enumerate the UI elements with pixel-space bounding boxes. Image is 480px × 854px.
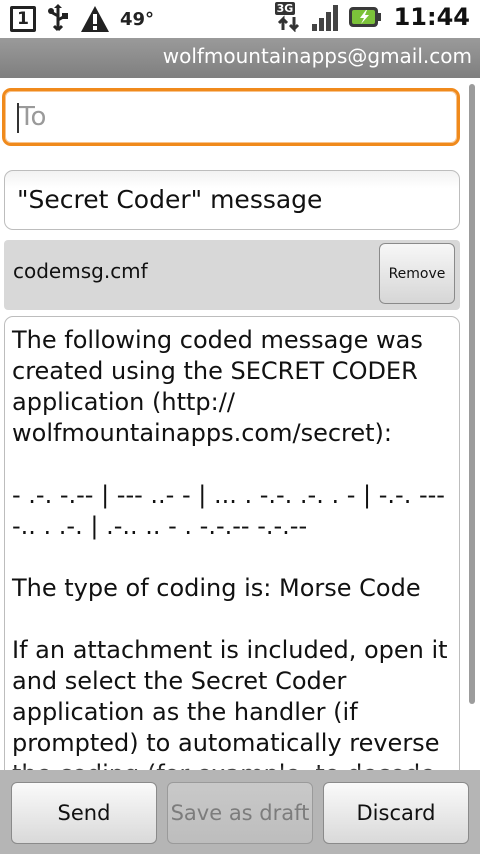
text-cursor — [17, 103, 19, 133]
action-bar: Send Save as draft Discard — [0, 770, 480, 854]
attachment-row: codemsg.cmf Remove — [4, 240, 460, 310]
to-field[interactable]: To — [2, 88, 460, 146]
attachment-name: codemsg.cmf — [13, 259, 148, 283]
to-placeholder: To — [19, 102, 47, 132]
account-bar: wolfmountainapps@gmail.com — [0, 38, 480, 78]
clock-time: 11:44 — [393, 3, 470, 31]
scrollbar[interactable] — [469, 84, 475, 704]
discard-button[interactable]: Discard — [323, 782, 469, 844]
message-body-text: The following coded message was created … — [12, 325, 453, 785]
account-email: wolfmountainapps@gmail.com — [162, 44, 472, 68]
warning-icon — [81, 6, 109, 32]
status-left-group: 1 49° — [10, 4, 154, 34]
subject-field[interactable]: "Secret Coder" message — [4, 170, 460, 230]
usb-icon — [48, 4, 68, 32]
message-body-field[interactable]: The following coded message was created … — [4, 316, 460, 786]
notification-count-icon: 1 — [10, 6, 36, 32]
3g-data-icon: 3G — [274, 2, 304, 32]
body-paragraph: The type of coding is: Morse Code — [12, 574, 421, 602]
signal-icon — [311, 5, 338, 31]
body-paragraph: If an attachment is included, open it an… — [12, 636, 448, 785]
temperature-text: 49° — [120, 8, 155, 30]
save-as-draft-button[interactable]: Save as draft — [167, 782, 313, 844]
subject-value: "Secret Coder" message — [17, 185, 323, 214]
send-button[interactable]: Send — [11, 782, 157, 844]
data-arrows-icon — [277, 15, 299, 32]
body-paragraph: The following coded message was created … — [12, 326, 431, 447]
remove-attachment-button[interactable]: Remove — [379, 243, 455, 304]
status-right-group: 3G 11:44 — [274, 2, 470, 32]
body-paragraph: - .-. -.-- | --- ..- - | ... . -.-. .-. … — [12, 481, 453, 540]
battery-charging-icon — [348, 7, 381, 27]
status-bar: 1 49° 3G 11:44 — [0, 0, 480, 38]
